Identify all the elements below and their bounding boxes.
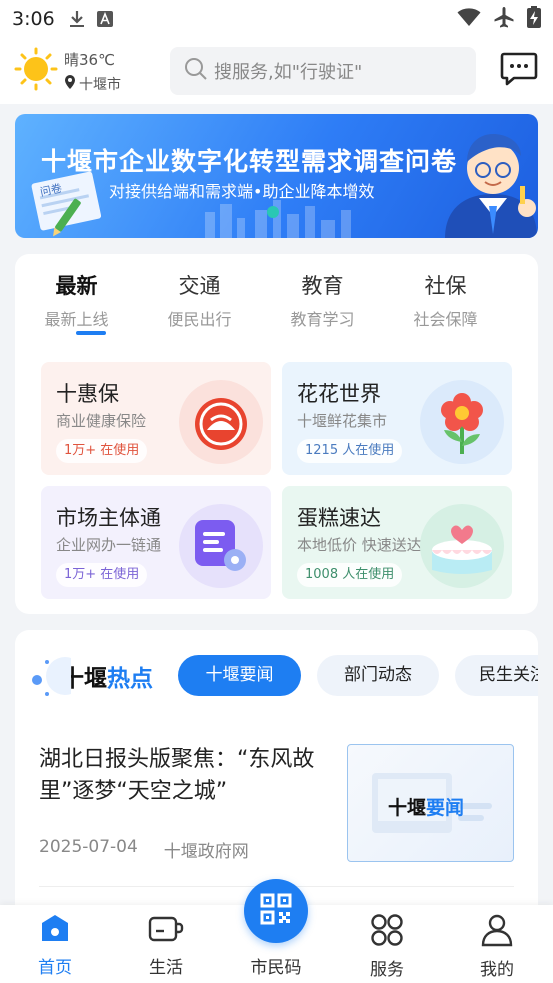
weather-widget[interactable]: 晴36℃ 十堰市 (14, 47, 164, 95)
tab-title: 交通 (178, 274, 221, 298)
message-button[interactable] (499, 51, 539, 91)
download-icon (69, 10, 85, 28)
tile-user-count: 1万+ 在使用 (56, 439, 148, 463)
dots-decoration-icon (32, 657, 71, 696)
app-notification-icon (96, 11, 113, 27)
nav-label: 首页 (38, 958, 72, 978)
tile-name: 花花世界 (297, 382, 381, 406)
document-settings-icon (179, 504, 263, 588)
tab-subtitle: 社会保障 (413, 310, 478, 329)
banner-title: 十堰市企业数字化转型需求调查问卷 (41, 147, 458, 176)
tile-desc: 十堰鲜花集市 (297, 412, 388, 430)
tile-desc: 本地低价 快速送达 (297, 536, 422, 554)
bottom-navigation: 首页 生活 市民码 服务 我的 (0, 879, 553, 983)
thumbnail-title-part2: 要闻 (426, 797, 465, 819)
tab-title: 教育 (301, 274, 344, 298)
sun-icon (14, 47, 58, 95)
battery-charging-icon (527, 6, 541, 32)
tile-desc: 企业网办一链通 (56, 536, 162, 554)
tile-user-count: 1008 人在使用 (297, 563, 403, 587)
active-tab-indicator (76, 331, 106, 335)
tile-desc: 商业健康保险 (56, 412, 147, 430)
tab-title: 社保 (424, 274, 467, 298)
insurance-icon (179, 380, 263, 464)
tile-user-count: 1215 人在使用 (297, 439, 403, 463)
wifi-icon (457, 7, 481, 31)
service-tile-cake-delivery[interactable]: 蛋糕速达 本地低价 快速送达 1008 人在使用 (282, 486, 512, 599)
hot-logo-hot: 热点 (107, 666, 153, 692)
tile-name: 市场主体通 (56, 506, 161, 530)
tab-title: 最新 (55, 274, 98, 298)
service-tile-market-entity[interactable]: 市场主体通 企业网办一链通 1万+ 在使用 (41, 486, 271, 599)
search-icon (184, 57, 208, 85)
services-grid-icon (370, 914, 404, 951)
weather-temperature: 晴36℃ (64, 50, 115, 69)
tab-subtitle: 便民出行 (167, 310, 232, 329)
nav-life[interactable]: 生活 (121, 913, 211, 978)
news-date: 2025-07-04 (39, 837, 138, 857)
nav-home[interactable]: 首页 (10, 913, 100, 978)
search-placeholder: 搜服务,如"行驶证" (214, 62, 363, 83)
service-tile-flower-world[interactable]: 花花世界 十堰鲜花集市 1215 人在使用 (282, 362, 512, 475)
tile-name: 蛋糕速达 (297, 506, 381, 530)
banner-subtitle: 对接供给端和需求端•助企业降本增效 (109, 182, 375, 201)
nav-label: 我的 (480, 960, 514, 980)
top-header: 晴36℃ 十堰市 搜服务,如"行驶证" (0, 38, 553, 104)
filter-livelihood-news[interactable]: 民生关注 (455, 655, 538, 696)
hot-news-logo: 十堰 热点 (31, 654, 153, 698)
tab-education[interactable]: 教育 教育学习 (261, 270, 384, 330)
citizen-code-button[interactable] (244, 879, 308, 943)
news-meta: 2025-07-04 十堰政府网 (39, 837, 249, 862)
thumbnail-title-part1: 十堰 (388, 797, 427, 819)
current-city: 十堰市 (79, 76, 121, 93)
tab-subtitle: 教育学习 (290, 310, 355, 329)
news-source: 十堰政府网 (163, 842, 249, 862)
cartoon-official (445, 134, 537, 238)
nav-label: 生活 (149, 958, 183, 978)
chat-bubble-icon (500, 51, 538, 91)
flower-icon (420, 380, 504, 464)
service-tile-shihuibao[interactable]: 十惠保 商业健康保险 1万+ 在使用 (41, 362, 271, 475)
tab-latest[interactable]: 最新 最新上线 (15, 270, 138, 330)
coffee-cup-icon (147, 916, 185, 949)
status-bar: 3:06 (0, 0, 553, 38)
status-time: 3:06 (12, 8, 55, 30)
thumbnail-title: 十堰要闻 (388, 793, 464, 820)
news-headline[interactable]: 湖北日报头版聚焦：“东风故里”逐梦“天空之城” (39, 744, 329, 808)
nav-services[interactable]: 服务 (342, 913, 432, 980)
tab-transport[interactable]: 交通 便民出行 (138, 270, 261, 330)
home-icon (39, 915, 71, 949)
tile-user-count: 1万+ 在使用 (56, 563, 148, 587)
qr-code-icon (260, 893, 292, 929)
filter-shiyan-news[interactable]: 十堰要闻 (178, 655, 301, 696)
search-bar[interactable]: 搜服务,如"行驶证" (170, 47, 476, 95)
nav-label: 服务 (370, 960, 404, 980)
nav-profile[interactable]: 我的 (452, 913, 542, 980)
airplane-mode-icon (493, 6, 515, 32)
service-tabs: 最新 最新上线 交通 便民出行 教育 教育学习 社保 社会保障 (15, 270, 538, 330)
cake-icon (420, 504, 504, 588)
news-thumbnail[interactable]: 十堰要闻 (347, 744, 514, 862)
filter-department-news[interactable]: 部门动态 (317, 655, 439, 696)
tab-social-security[interactable]: 社保 社会保障 (384, 270, 507, 330)
location-pin-icon (64, 74, 76, 93)
tab-subtitle: 最新上线 (44, 310, 109, 329)
nav-label: 市民码 (250, 958, 302, 978)
tile-name: 十惠保 (56, 382, 119, 406)
user-icon (480, 914, 514, 951)
service-card: 最新 最新上线 交通 便民出行 教育 教育学习 社保 社会保障 十惠保 商业健康… (15, 254, 538, 614)
survey-banner[interactable]: 问卷 十堰市企业数字化转型需求调查问卷 对接供给端和需求端•助企业降本增效 (15, 114, 538, 238)
